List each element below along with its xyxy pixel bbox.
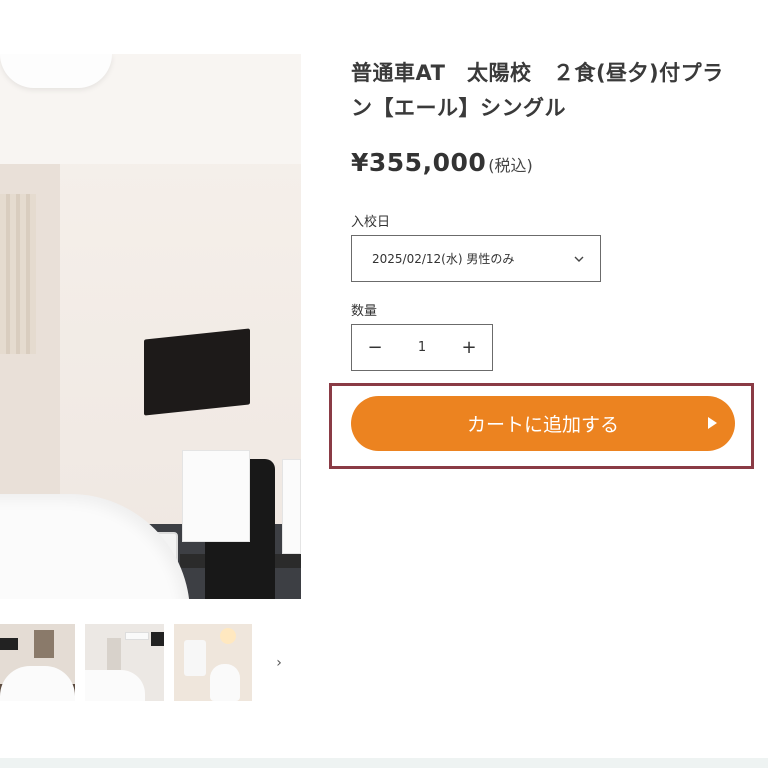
product-title-line-1: 普通車AT 太陽校 ２食(昼夕)付プラ bbox=[351, 61, 724, 85]
thumbnail-1[interactable] bbox=[0, 624, 75, 701]
enrollment-date-label: 入校日 bbox=[351, 215, 391, 230]
product-title-line-2: ン【エール】シングル bbox=[351, 96, 566, 120]
thumb-tv bbox=[0, 638, 18, 650]
enrollment-date-select[interactable]: 2025/02/12(水) 男性のみ bbox=[351, 235, 601, 282]
thumb-window bbox=[34, 630, 54, 658]
minus-icon: − bbox=[367, 337, 383, 358]
thumbnail-2[interactable] bbox=[85, 624, 164, 701]
thumb-toilet bbox=[210, 664, 240, 701]
thumb-tv bbox=[151, 632, 164, 646]
photo-towel bbox=[182, 450, 250, 542]
thumbnail-3[interactable] bbox=[174, 624, 252, 701]
photo-curtain bbox=[0, 194, 36, 354]
quantity-label: 数量 bbox=[351, 304, 378, 319]
thumb-air-conditioner bbox=[125, 632, 149, 640]
quantity-stepper: − 1 + bbox=[351, 324, 493, 371]
add-to-cart-button[interactable]: カートに追加する bbox=[351, 396, 735, 451]
chevron-down-icon bbox=[574, 256, 584, 262]
photo-towel-2 bbox=[282, 459, 301, 554]
product-title: 普通車AT 太陽校 ２食(昼夕)付プラ ン【エール】シングル bbox=[351, 56, 741, 126]
footer-strip bbox=[0, 758, 768, 768]
product-main-image[interactable] bbox=[0, 54, 301, 599]
price-tax-note: (税込) bbox=[488, 156, 533, 175]
thumb-bed bbox=[0, 666, 75, 701]
product-price: ¥355,000 (税込) bbox=[351, 148, 533, 177]
plus-icon: + bbox=[461, 337, 477, 358]
thumb-bed bbox=[85, 670, 145, 701]
enrollment-date-value: 2025/02/12(水) 男性のみ bbox=[372, 252, 515, 266]
photo-ceiling-lamp bbox=[0, 54, 112, 88]
play-arrow-icon bbox=[708, 417, 717, 429]
add-to-cart-label: カートに追加する bbox=[466, 414, 619, 436]
quantity-increase-button[interactable]: + bbox=[446, 325, 492, 370]
thumbnail-strip: › bbox=[0, 624, 300, 701]
thumb-light bbox=[220, 628, 236, 644]
thumb-sink bbox=[184, 640, 206, 676]
quantity-decrease-button[interactable]: − bbox=[352, 325, 398, 370]
price-amount: ¥355,000 bbox=[351, 148, 487, 177]
thumbnail-next-chevron-icon[interactable]: › bbox=[268, 652, 290, 674]
thumb-door bbox=[107, 638, 121, 674]
quantity-input[interactable]: 1 bbox=[398, 340, 446, 355]
photo-wall-tv bbox=[144, 328, 250, 416]
